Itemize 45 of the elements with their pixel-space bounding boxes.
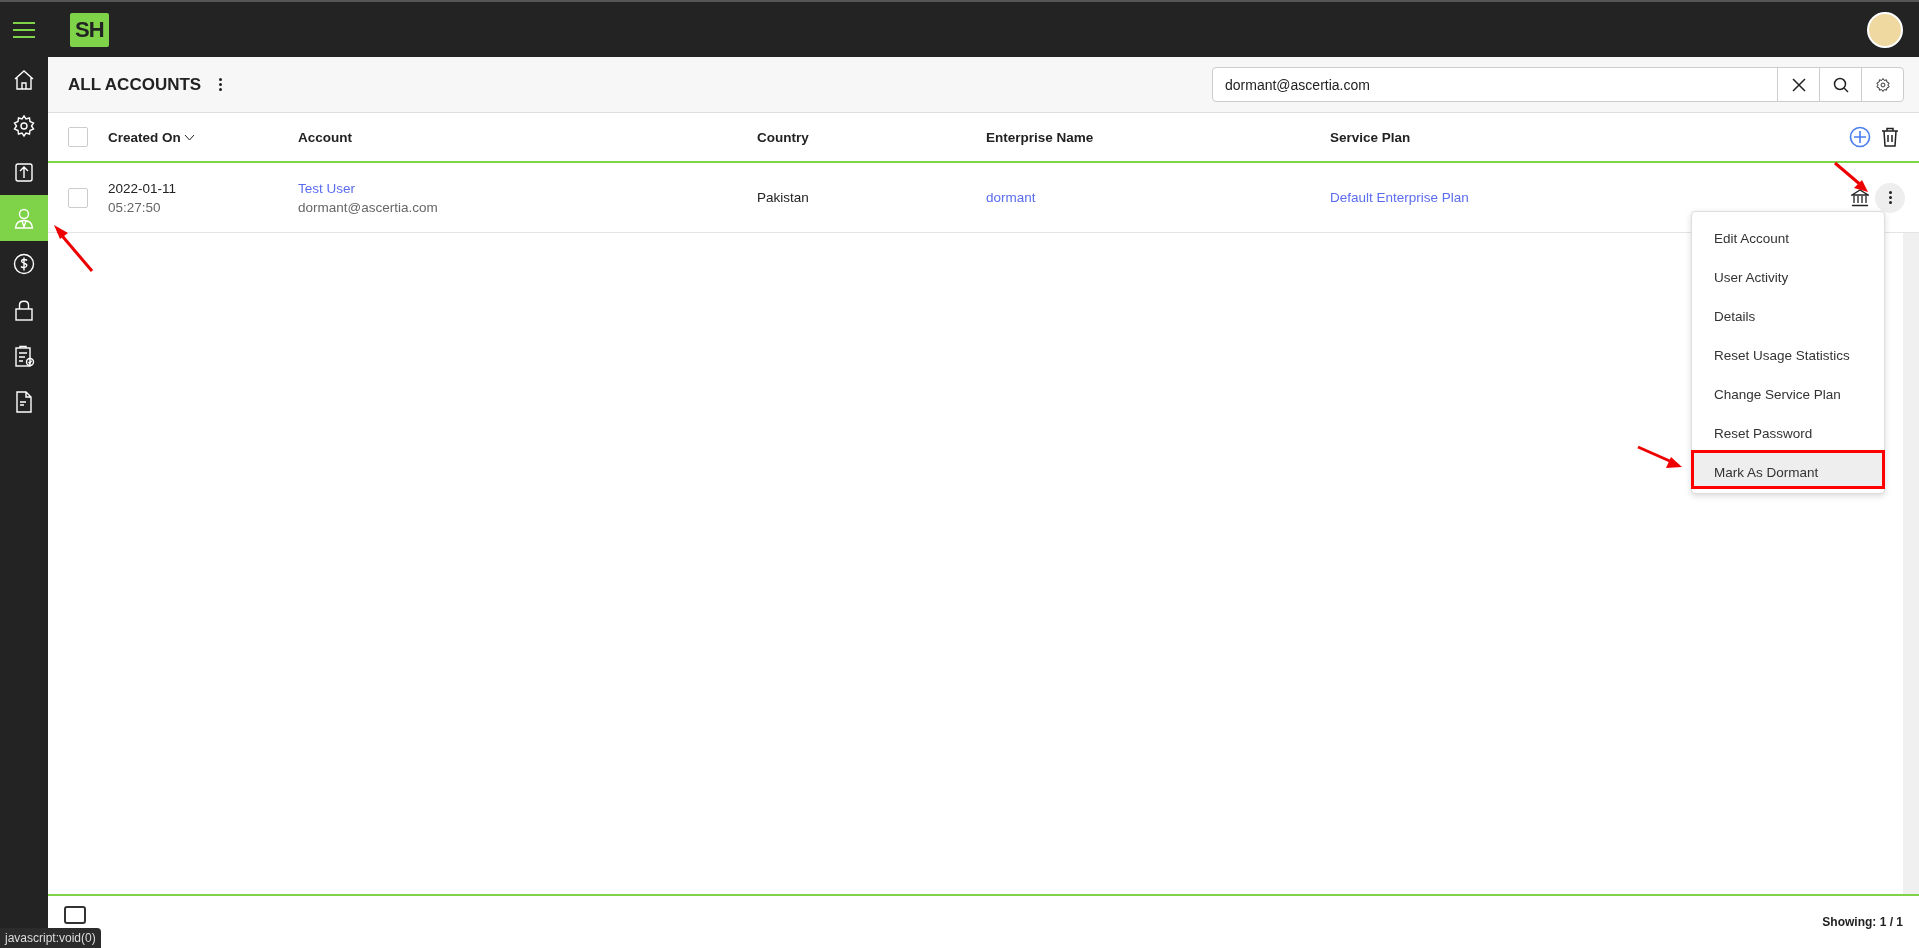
more-button[interactable] — [1875, 182, 1905, 213]
column-header[interactable]: Account — [298, 129, 352, 145]
email-text: dormant@ascertia.com — [298, 199, 439, 215]
upload-icon — [12, 160, 36, 184]
column-header[interactable]: Country — [757, 129, 809, 145]
search-bar[interactable]: dormant@ascertia.com — [1212, 67, 1904, 102]
close-icon — [1791, 77, 1806, 92]
select-all-checkbox[interactable] — [68, 127, 88, 147]
column-header[interactable]: Service Plan — [1330, 129, 1411, 145]
scrollbar[interactable] — [1903, 233, 1919, 894]
chevron-down-icon[interactable] — [183, 133, 195, 141]
menu-item[interactable]: User Activity — [1691, 255, 1885, 294]
status-tooltip: javascript:void(0) — [0, 928, 101, 948]
trash-icon[interactable] — [1881, 127, 1899, 147]
date-text: 2022-01-11 — [108, 180, 178, 196]
row-checkbox[interactable] — [68, 187, 88, 208]
menu-item[interactable]: Mark As Dormant — [1691, 450, 1885, 489]
showing-count: Showing: 1 / 1 — [1822, 915, 1903, 929]
user-icon — [12, 206, 36, 230]
add-icon[interactable] — [1849, 126, 1871, 148]
lock-icon — [12, 298, 36, 322]
menu-item[interactable]: Details — [1691, 294, 1885, 333]
more-icon[interactable] — [219, 78, 223, 91]
search-field[interactable]: dormant@ascertia.com — [1213, 68, 1777, 101]
column-header[interactable]: Enterprise Name — [986, 129, 1094, 145]
home-icon — [12, 68, 36, 92]
clipboard-icon — [12, 344, 36, 368]
logo[interactable]: SH — [70, 12, 109, 47]
search-icon — [1832, 76, 1849, 93]
time-text: 05:27:50 — [108, 199, 162, 215]
menu-item[interactable]: Change Service Plan — [1691, 372, 1885, 411]
page-title: ALL ACCOUNTS — [68, 74, 202, 95]
enterprise-link[interactable]: dormant — [986, 190, 1330, 205]
avatar[interactable] — [1867, 11, 1903, 48]
menu-item[interactable]: Reset Usage Statistics — [1691, 333, 1885, 372]
bank-icon[interactable] — [1851, 188, 1869, 207]
menu-item[interactable]: Edit Account — [1691, 216, 1885, 255]
service-plan-link[interactable]: Default Enterprise Plan — [1330, 190, 1799, 205]
country-cell-text: Pakistan — [757, 190, 810, 205]
account-link[interactable]: Test User — [298, 180, 757, 196]
menu-item[interactable]: Reset Password — [1691, 411, 1885, 450]
column-header[interactable]: Created On — [108, 129, 181, 145]
menu-icon[interactable] — [12, 19, 36, 40]
gear-icon — [12, 114, 36, 138]
dollar-icon — [12, 252, 36, 276]
